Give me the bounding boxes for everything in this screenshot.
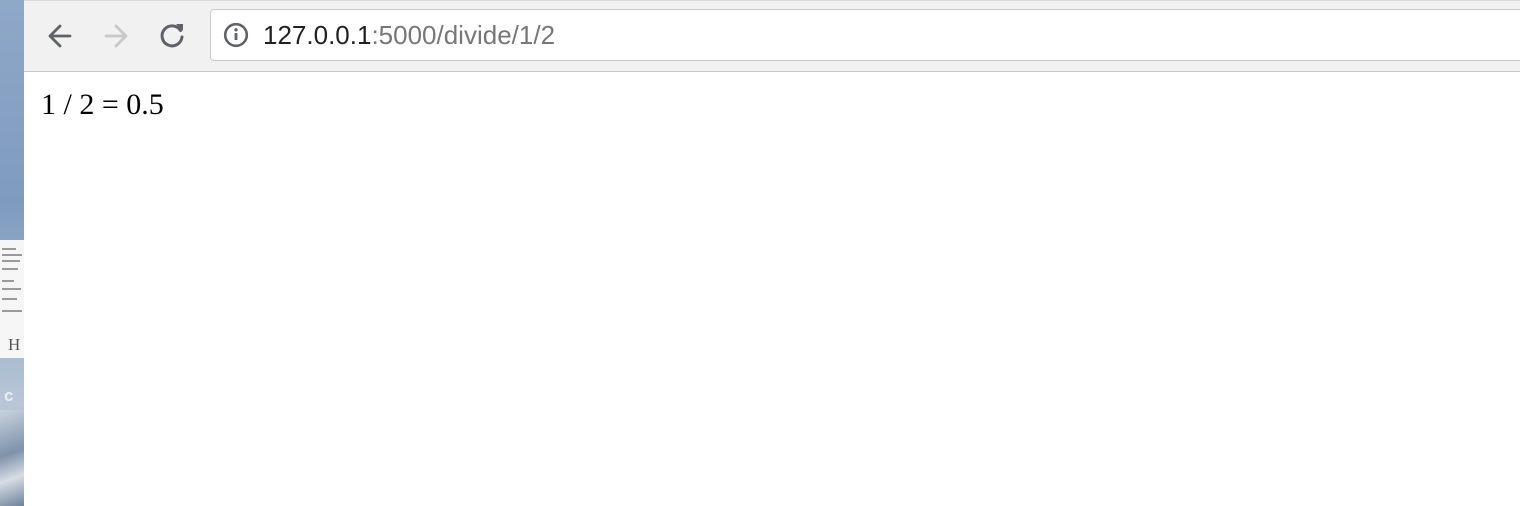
thumbnail-line: [2, 254, 22, 256]
url-text[interactable]: 127.0.0.1:5000/divide/1/2: [263, 21, 555, 49]
desktop-document-thumbnail: H: [0, 240, 24, 358]
url-host: 127.0.0.1: [263, 20, 372, 50]
info-icon[interactable]: [223, 22, 249, 48]
browser-window: 127.0.0.1:5000/divide/1/2 1 / 2 = 0.5: [24, 0, 1520, 506]
url-path: :5000/divide/1/2: [371, 20, 556, 50]
thumbnail-glyph: H: [8, 335, 21, 354]
back-button[interactable]: [38, 15, 82, 57]
desktop-background: H c: [0, 0, 24, 506]
thumbnail-line: [2, 288, 21, 290]
arrow-left-icon: [48, 24, 72, 48]
thumbnail-line: [2, 268, 18, 270]
reload-button[interactable]: [150, 15, 194, 57]
thumbnail-line: [2, 280, 14, 282]
page-content: 1 / 2 = 0.5: [41, 88, 164, 122]
forward-button[interactable]: [94, 15, 138, 57]
reload-icon: [160, 24, 184, 48]
arrow-right-icon: [104, 24, 128, 48]
desktop-label-fragment: c: [4, 386, 14, 405]
browser-toolbar: 127.0.0.1:5000/divide/1/2: [24, 0, 1520, 72]
thumbnail-line: [2, 310, 22, 312]
division-result: 1 / 2 = 0.5: [41, 88, 164, 121]
thumbnail-line: [2, 260, 20, 262]
thumbnail-line: [2, 298, 17, 300]
address-bar[interactable]: 127.0.0.1:5000/divide/1/2: [210, 9, 1520, 61]
desktop-wallpaper-image: [0, 410, 24, 506]
thumbnail-line: [2, 248, 16, 250]
